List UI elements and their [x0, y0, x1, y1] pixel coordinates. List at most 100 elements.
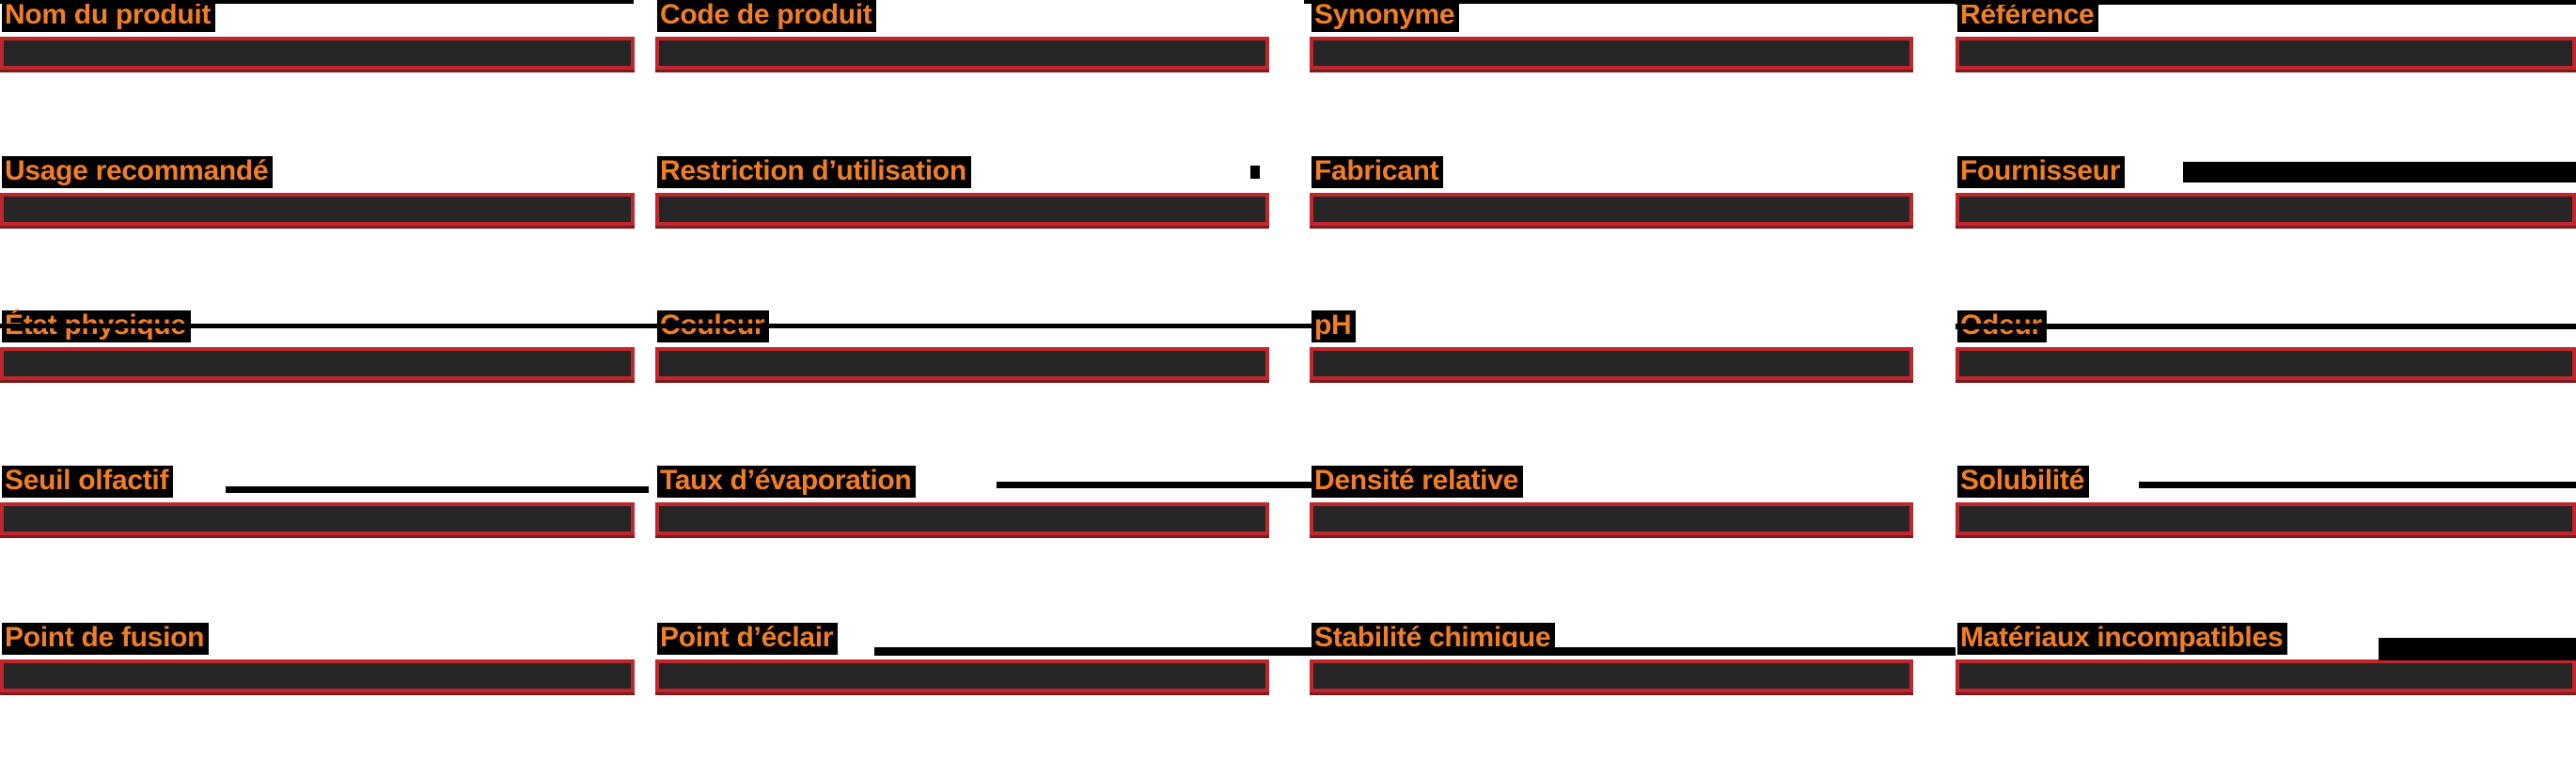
form-row: Nom du produit Code de produit Synonyme Réf…: [0, 0, 2576, 158]
field-frame-shadow: [1956, 692, 2576, 695]
code-de-produit-input-frame[interactable]: [655, 37, 1269, 71]
form-field-point-de-fusion: Point de fusion: [0, 623, 635, 762]
restriction-utilisation-label: Restriction d’utilisation: [657, 156, 971, 188]
field-frame-shadow: [1310, 70, 1913, 72]
field-frame-shadow: [1310, 535, 1913, 538]
nom-du-produit-input[interactable]: [4, 40, 631, 66]
couleur-input-frame[interactable]: [655, 347, 1269, 381]
stabilite-chimique-label: Stabilité chimique: [1312, 623, 1556, 655]
odeur-input-frame[interactable]: [1956, 347, 2576, 381]
form-field-materiaux-incompatibles: Matériaux incompatibles: [1956, 623, 2576, 762]
field-frame-shadow: [1956, 380, 2576, 383]
field-frame-shadow: [655, 535, 1269, 538]
taux-evaporation-input[interactable]: [659, 506, 1265, 532]
form-field-solubilite: Solubilité: [1956, 466, 2576, 624]
form-row: Seuil olfactif Taux d’évaporation Densité …: [0, 466, 2576, 624]
code-de-produit-label: Code de produit: [657, 0, 877, 32]
materiaux-incompatibles-label: Matériaux incompatibles: [1957, 623, 2288, 655]
field-frame-shadow: [0, 535, 635, 538]
form-field-fournisseur: Fournisseur: [1956, 156, 2576, 314]
field-frame-shadow: [1310, 380, 1913, 383]
densite-relative-input-frame[interactable]: [1310, 502, 1913, 536]
field-frame-shadow: [1956, 226, 2576, 229]
synonyme-input[interactable]: [1313, 40, 1909, 66]
ph-input-frame[interactable]: [1310, 347, 1913, 381]
materiaux-incompatibles-input[interactable]: [1959, 663, 2572, 689]
reference-label: Référence: [1957, 0, 2099, 32]
fabricant-input[interactable]: [1313, 197, 1909, 222]
field-frame-shadow: [1310, 226, 1913, 229]
couleur-input[interactable]: [659, 351, 1265, 376]
restriction-utilisation-input[interactable]: [659, 197, 1265, 222]
form-field-ph: pH: [1310, 310, 1913, 468]
form-field-nom-du-produit: Nom du produit: [0, 0, 635, 158]
fournisseur-input[interactable]: [1959, 197, 2572, 222]
sds-product-form: Nom du produit Code de produit Synonyme Réf…: [0, 0, 2576, 762]
form-field-stabilite-chimique: Stabilité chimique: [1310, 623, 1913, 762]
point-declair-label: Point d’éclair: [657, 623, 839, 655]
point-declair-input[interactable]: [659, 663, 1265, 689]
point-declair-input-frame[interactable]: [655, 659, 1269, 693]
materiaux-incompatibles-input-frame[interactable]: [1956, 659, 2576, 693]
couleur-label: Couleur: [657, 310, 770, 342]
field-frame-shadow: [1956, 535, 2576, 538]
field-frame-shadow: [655, 380, 1269, 383]
form-field-code-de-produit: Code de produit: [655, 0, 1269, 158]
point-de-fusion-input[interactable]: [4, 663, 631, 689]
field-frame-shadow: [0, 70, 635, 72]
usage-recommande-input-frame[interactable]: [0, 193, 635, 227]
form-field-reference: Référence: [1956, 0, 2576, 158]
odeur-input[interactable]: [1959, 351, 2572, 376]
form-field-synonyme: Synonyme: [1310, 0, 1913, 158]
form-row: Point de fusion Point d’éclair Stabilité c…: [0, 623, 2576, 762]
field-frame-shadow: [1956, 70, 2576, 72]
form-field-couleur: Couleur: [655, 310, 1269, 468]
synonyme-label: Synonyme: [1312, 0, 1460, 32]
field-frame-shadow: [655, 692, 1269, 695]
form-field-point-declair: Point d’éclair: [655, 623, 1269, 762]
field-frame-shadow: [0, 380, 635, 383]
seuil-olfactif-label: Seuil olfactif: [2, 466, 174, 498]
form-field-fabricant: Fabricant: [1310, 156, 1913, 314]
form-field-taux-evaporation: Taux d’évaporation: [655, 466, 1269, 624]
form-row: État physique Couleur pH Odeur: [0, 310, 2576, 468]
stabilite-chimique-input[interactable]: [1313, 663, 1909, 689]
synonyme-input-frame[interactable]: [1310, 37, 1913, 71]
usage-recommande-label: Usage recommandé: [2, 156, 274, 188]
ph-input[interactable]: [1313, 351, 1909, 376]
taux-evaporation-label: Taux d’évaporation: [657, 466, 917, 498]
stabilite-chimique-input-frame[interactable]: [1310, 659, 1913, 693]
field-frame-shadow: [0, 226, 635, 229]
solubilite-input-frame[interactable]: [1956, 502, 2576, 536]
usage-recommande-input[interactable]: [4, 197, 631, 222]
nom-du-produit-input-frame[interactable]: [0, 37, 635, 71]
fabricant-input-frame[interactable]: [1310, 193, 1913, 227]
form-field-usage-recommande: Usage recommandé: [0, 156, 635, 314]
restriction-utilisation-input-frame[interactable]: [655, 193, 1269, 227]
densite-relative-label: Densité relative: [1312, 466, 1523, 498]
solubilite-input[interactable]: [1959, 506, 2572, 532]
nom-du-produit-label: Nom du produit: [2, 0, 216, 32]
form-field-odeur: Odeur: [1956, 310, 2576, 468]
taux-evaporation-input-frame[interactable]: [655, 502, 1269, 536]
fournisseur-label: Fournisseur: [1957, 156, 2126, 188]
point-de-fusion-label: Point de fusion: [2, 623, 210, 655]
field-frame-shadow: [655, 70, 1269, 72]
code-de-produit-input[interactable]: [659, 40, 1265, 66]
point-de-fusion-input-frame[interactable]: [0, 659, 635, 693]
fournisseur-input-frame[interactable]: [1956, 193, 2576, 227]
odeur-label: Odeur: [1957, 310, 2047, 342]
field-frame-shadow: [1310, 692, 1913, 695]
densite-relative-input[interactable]: [1313, 506, 1909, 532]
etat-physique-input-frame[interactable]: [0, 347, 635, 381]
reference-input-frame[interactable]: [1956, 37, 2576, 71]
seuil-olfactif-input[interactable]: [4, 506, 631, 532]
reference-input[interactable]: [1959, 40, 2572, 66]
seuil-olfactif-input-frame[interactable]: [0, 502, 635, 536]
field-frame-shadow: [0, 692, 635, 695]
etat-physique-input[interactable]: [4, 351, 631, 376]
form-field-seuil-olfactif: Seuil olfactif: [0, 466, 635, 624]
form-field-densite-relative: Densité relative: [1310, 466, 1913, 624]
form-field-restriction-utilisation: Restriction d’utilisation: [655, 156, 1269, 314]
form-row: Usage recommandé Restriction d’utilisatio…: [0, 156, 2576, 314]
